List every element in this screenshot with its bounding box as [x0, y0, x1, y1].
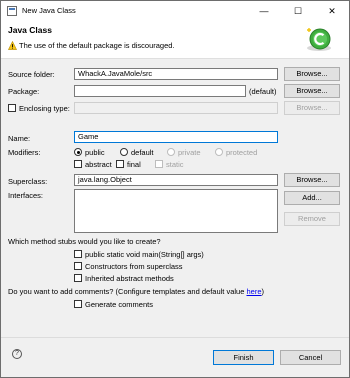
finish-button[interactable]: Finish [213, 350, 274, 365]
footer-divider [1, 337, 349, 338]
final-label: final [127, 160, 141, 169]
inherited-methods-label: Inherited abstract methods [85, 274, 174, 283]
static-label: static [166, 160, 184, 169]
private-radio [167, 148, 175, 156]
static-checkbox [155, 160, 163, 168]
constructors-label: Constructors from superclass [85, 262, 183, 271]
protected-label: protected [226, 148, 258, 157]
enclosing-type-field [74, 102, 278, 114]
minimize-button[interactable]: — [247, 1, 281, 21]
minimize-icon: — [259, 6, 269, 16]
default-radio[interactable] [120, 148, 128, 156]
maximize-button[interactable]: ☐ [281, 1, 315, 21]
final-checkbox[interactable] [116, 160, 124, 168]
main-method-checkbox[interactable] [74, 250, 82, 258]
interfaces-list[interactable] [74, 189, 278, 233]
source-folder-field[interactable]: WhackA.JavaMole/src [74, 68, 278, 80]
protected-radio [215, 148, 223, 156]
main-method-label: public static void main(String[] args) [85, 250, 204, 259]
interfaces-label: Interfaces: [8, 191, 44, 200]
comments-close-paren: ) [261, 287, 265, 296]
abstract-label: abstract [85, 160, 112, 169]
page-title: Java Class [8, 25, 52, 35]
superclass-browse-button[interactable]: Browse... [284, 173, 340, 187]
superclass-label: Superclass: [8, 177, 48, 186]
warning-message: The use of the default package is discou… [19, 41, 175, 50]
warning-icon [8, 41, 17, 50]
comments-question-text: Do you want to add comments? (Configure … [8, 287, 247, 296]
close-icon: ✕ [328, 6, 336, 16]
method-stubs-question: Which method stubs would you like to cre… [8, 237, 161, 246]
wizard-header: Java Class The use of the default packag… [1, 21, 349, 59]
window-title: New Java Class [22, 6, 76, 15]
remove-interface-button: Remove [284, 212, 340, 226]
help-icon[interactable]: ? [12, 349, 22, 359]
package-default-label: (default) [249, 87, 277, 96]
package-label: Package: [8, 87, 40, 96]
constructors-checkbox[interactable] [74, 262, 82, 270]
private-label: private [178, 148, 201, 157]
add-interface-button[interactable]: Add... [284, 191, 340, 205]
default-label: default [131, 148, 154, 157]
inherited-methods-checkbox[interactable] [74, 274, 82, 282]
enclosing-type-browse-button: Browse... [284, 101, 340, 115]
comments-question: Do you want to add comments? (Configure … [8, 287, 264, 296]
abstract-checkbox[interactable] [74, 160, 82, 168]
maximize-icon: ☐ [293, 6, 303, 16]
modifiers-label: Modifiers: [8, 148, 41, 157]
window-icon [7, 6, 17, 16]
source-folder-browse-button[interactable]: Browse... [284, 67, 340, 81]
package-browse-button[interactable]: Browse... [284, 84, 340, 98]
enclosing-type-label: Enclosing type: [19, 104, 70, 113]
new-java-class-dialog: New Java Class — ☐ ✕ Java Class The use … [0, 0, 350, 378]
close-button[interactable]: ✕ [315, 1, 349, 21]
public-radio[interactable] [74, 148, 82, 156]
superclass-field[interactable]: java.lang.Object [74, 174, 278, 186]
cancel-button[interactable]: Cancel [280, 350, 341, 365]
enclosing-type-checkbox[interactable] [8, 104, 16, 112]
title-bar: New Java Class — ☐ ✕ [1, 1, 349, 21]
new-class-wizard-icon [307, 28, 331, 51]
public-label: public [85, 148, 105, 157]
package-field[interactable] [74, 85, 246, 97]
generate-comments-label: Generate comments [85, 300, 153, 309]
source-folder-label: Source folder: [8, 70, 55, 79]
configure-templates-link[interactable]: here [246, 287, 261, 296]
name-label: Name: [8, 134, 31, 143]
name-field[interactable]: Game [74, 131, 278, 143]
generate-comments-checkbox[interactable] [74, 300, 82, 308]
